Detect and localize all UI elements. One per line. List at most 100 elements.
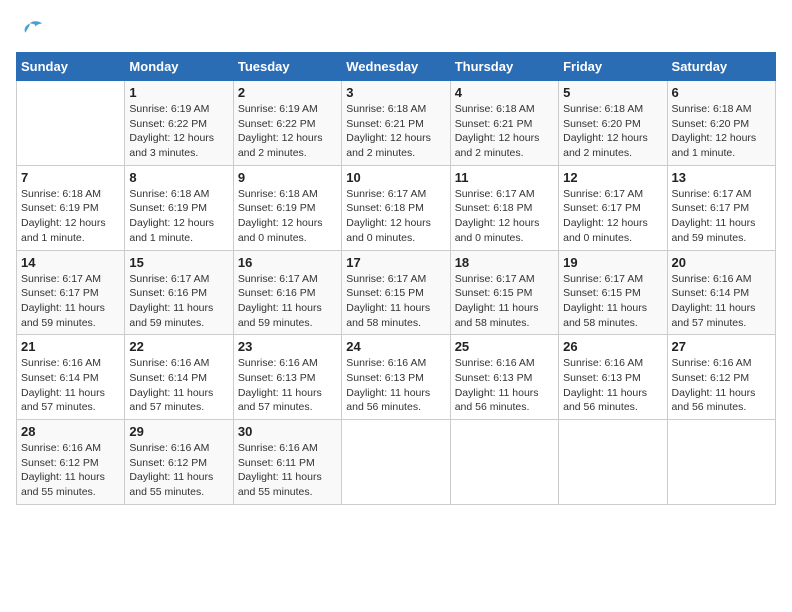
calendar-cell: 11 Sunrise: 6:17 AM Sunset: 6:18 PM Dayli…	[450, 165, 558, 250]
day-info: Sunrise: 6:16 AM Sunset: 6:12 PM Dayligh…	[21, 441, 120, 500]
calendar-week-row: 14 Sunrise: 6:17 AM Sunset: 6:17 PM Dayli…	[17, 250, 776, 335]
day-number: 27	[672, 339, 771, 354]
day-number: 8	[129, 170, 228, 185]
day-number: 13	[672, 170, 771, 185]
calendar-cell: 2 Sunrise: 6:19 AM Sunset: 6:22 PM Daylig…	[233, 81, 341, 166]
day-number: 24	[346, 339, 445, 354]
calendar-cell: 10 Sunrise: 6:17 AM Sunset: 6:18 PM Dayli…	[342, 165, 450, 250]
day-info: Sunrise: 6:16 AM Sunset: 6:12 PM Dayligh…	[672, 356, 771, 415]
day-info: Sunrise: 6:16 AM Sunset: 6:14 PM Dayligh…	[672, 272, 771, 331]
day-info: Sunrise: 6:18 AM Sunset: 6:19 PM Dayligh…	[21, 187, 120, 246]
calendar-cell: 9 Sunrise: 6:18 AM Sunset: 6:19 PM Daylig…	[233, 165, 341, 250]
day-info: Sunrise: 6:19 AM Sunset: 6:22 PM Dayligh…	[238, 102, 337, 161]
calendar-cell: 24 Sunrise: 6:16 AM Sunset: 6:13 PM Dayli…	[342, 335, 450, 420]
day-number: 3	[346, 85, 445, 100]
calendar-cell: 23 Sunrise: 6:16 AM Sunset: 6:13 PM Dayli…	[233, 335, 341, 420]
day-number: 28	[21, 424, 120, 439]
calendar-table: SundayMondayTuesdayWednesdayThursdayFrid…	[16, 52, 776, 505]
day-info: Sunrise: 6:16 AM Sunset: 6:13 PM Dayligh…	[455, 356, 554, 415]
weekday-header: Monday	[125, 53, 233, 81]
day-number: 18	[455, 255, 554, 270]
day-info: Sunrise: 6:18 AM Sunset: 6:20 PM Dayligh…	[563, 102, 662, 161]
day-info: Sunrise: 6:17 AM Sunset: 6:16 PM Dayligh…	[129, 272, 228, 331]
day-number: 10	[346, 170, 445, 185]
day-info: Sunrise: 6:17 AM Sunset: 6:18 PM Dayligh…	[346, 187, 445, 246]
calendar-cell	[342, 420, 450, 505]
day-number: 20	[672, 255, 771, 270]
day-info: Sunrise: 6:17 AM Sunset: 6:17 PM Dayligh…	[21, 272, 120, 331]
day-info: Sunrise: 6:18 AM Sunset: 6:21 PM Dayligh…	[455, 102, 554, 161]
calendar-cell: 13Sunrise: 6:17 AM Sunset: 6:17 PM Dayli…	[667, 165, 775, 250]
day-info: Sunrise: 6:17 AM Sunset: 6:17 PM Dayligh…	[563, 187, 662, 246]
calendar-header: SundayMondayTuesdayWednesdayThursdayFrid…	[17, 53, 776, 81]
day-info: Sunrise: 6:18 AM Sunset: 6:19 PM Dayligh…	[129, 187, 228, 246]
calendar-cell	[667, 420, 775, 505]
day-info: Sunrise: 6:17 AM Sunset: 6:15 PM Dayligh…	[455, 272, 554, 331]
calendar-cell: 20 Sunrise: 6:16 AM Sunset: 6:14 PM Dayli…	[667, 250, 775, 335]
logo	[16, 16, 48, 44]
day-info: Sunrise: 6:18 AM Sunset: 6:19 PM Dayligh…	[238, 187, 337, 246]
day-number: 22	[129, 339, 228, 354]
calendar-cell: 5 Sunrise: 6:18 AM Sunset: 6:20 PM Daylig…	[559, 81, 667, 166]
calendar-cell: 30 Sunrise: 6:16 AM Sunset: 6:11 PM Dayli…	[233, 420, 341, 505]
calendar-week-row: 7 Sunrise: 6:18 AM Sunset: 6:19 PM Daylig…	[17, 165, 776, 250]
calendar-cell: 29 Sunrise: 6:16 AM Sunset: 6:12 PM Dayli…	[125, 420, 233, 505]
calendar-cell	[559, 420, 667, 505]
day-info: Sunrise: 6:16 AM Sunset: 6:11 PM Dayligh…	[238, 441, 337, 500]
page-header	[16, 16, 776, 44]
day-info: Sunrise: 6:16 AM Sunset: 6:12 PM Dayligh…	[129, 441, 228, 500]
calendar-week-row: 28 Sunrise: 6:16 AM Sunset: 6:12 PM Dayli…	[17, 420, 776, 505]
day-number: 14	[21, 255, 120, 270]
calendar-cell: 4Sunrise: 6:18 AM Sunset: 6:21 PM Daylig…	[450, 81, 558, 166]
calendar-cell: 6 Sunrise: 6:18 AM Sunset: 6:20 PM Daylig…	[667, 81, 775, 166]
calendar-week-row: 21 Sunrise: 6:16 AM Sunset: 6:14 PM Dayli…	[17, 335, 776, 420]
day-info: Sunrise: 6:16 AM Sunset: 6:13 PM Dayligh…	[563, 356, 662, 415]
calendar-cell: 22 Sunrise: 6:16 AM Sunset: 6:14 PM Dayli…	[125, 335, 233, 420]
day-number: 29	[129, 424, 228, 439]
day-number: 7	[21, 170, 120, 185]
calendar-cell: 15 Sunrise: 6:17 AM Sunset: 6:16 PM Dayli…	[125, 250, 233, 335]
day-number: 15	[129, 255, 228, 270]
header-row: SundayMondayTuesdayWednesdayThursdayFrid…	[17, 53, 776, 81]
day-number: 2	[238, 85, 337, 100]
day-number: 5	[563, 85, 662, 100]
calendar-cell: 19Sunrise: 6:17 AM Sunset: 6:15 PM Dayli…	[559, 250, 667, 335]
calendar-cell	[450, 420, 558, 505]
weekday-header: Friday	[559, 53, 667, 81]
weekday-header: Sunday	[17, 53, 125, 81]
day-number: 21	[21, 339, 120, 354]
logo-bird-icon	[16, 16, 44, 44]
calendar-cell: 27 Sunrise: 6:16 AM Sunset: 6:12 PM Dayli…	[667, 335, 775, 420]
day-number: 11	[455, 170, 554, 185]
day-number: 1	[129, 85, 228, 100]
day-info: Sunrise: 6:16 AM Sunset: 6:14 PM Dayligh…	[129, 356, 228, 415]
calendar-cell: 12 Sunrise: 6:17 AM Sunset: 6:17 PM Dayli…	[559, 165, 667, 250]
day-info: Sunrise: 6:16 AM Sunset: 6:13 PM Dayligh…	[346, 356, 445, 415]
day-number: 26	[563, 339, 662, 354]
day-info: Sunrise: 6:17 AM Sunset: 6:18 PM Dayligh…	[455, 187, 554, 246]
calendar-cell: 8 Sunrise: 6:18 AM Sunset: 6:19 PM Daylig…	[125, 165, 233, 250]
calendar-body: 1 Sunrise: 6:19 AM Sunset: 6:22 PM Daylig…	[17, 81, 776, 505]
day-number: 12	[563, 170, 662, 185]
day-info: Sunrise: 6:17 AM Sunset: 6:15 PM Dayligh…	[563, 272, 662, 331]
calendar-cell: 14 Sunrise: 6:17 AM Sunset: 6:17 PM Dayli…	[17, 250, 125, 335]
day-info: Sunrise: 6:18 AM Sunset: 6:21 PM Dayligh…	[346, 102, 445, 161]
day-number: 17	[346, 255, 445, 270]
day-number: 9	[238, 170, 337, 185]
calendar-cell: 21 Sunrise: 6:16 AM Sunset: 6:14 PM Dayli…	[17, 335, 125, 420]
day-number: 6	[672, 85, 771, 100]
day-info: Sunrise: 6:16 AM Sunset: 6:13 PM Dayligh…	[238, 356, 337, 415]
day-info: Sunrise: 6:18 AM Sunset: 6:20 PM Dayligh…	[672, 102, 771, 161]
day-number: 30	[238, 424, 337, 439]
day-info: Sunrise: 6:17 AM Sunset: 6:16 PM Dayligh…	[238, 272, 337, 331]
calendar-cell	[17, 81, 125, 166]
calendar-cell: 16Sunrise: 6:17 AM Sunset: 6:16 PM Dayli…	[233, 250, 341, 335]
day-info: Sunrise: 6:16 AM Sunset: 6:14 PM Dayligh…	[21, 356, 120, 415]
calendar-cell: 17 Sunrise: 6:17 AM Sunset: 6:15 PM Dayli…	[342, 250, 450, 335]
day-info: Sunrise: 6:17 AM Sunset: 6:15 PM Dayligh…	[346, 272, 445, 331]
day-info: Sunrise: 6:19 AM Sunset: 6:22 PM Dayligh…	[129, 102, 228, 161]
weekday-header: Wednesday	[342, 53, 450, 81]
calendar-cell: 18 Sunrise: 6:17 AM Sunset: 6:15 PM Dayli…	[450, 250, 558, 335]
weekday-header: Saturday	[667, 53, 775, 81]
day-number: 23	[238, 339, 337, 354]
